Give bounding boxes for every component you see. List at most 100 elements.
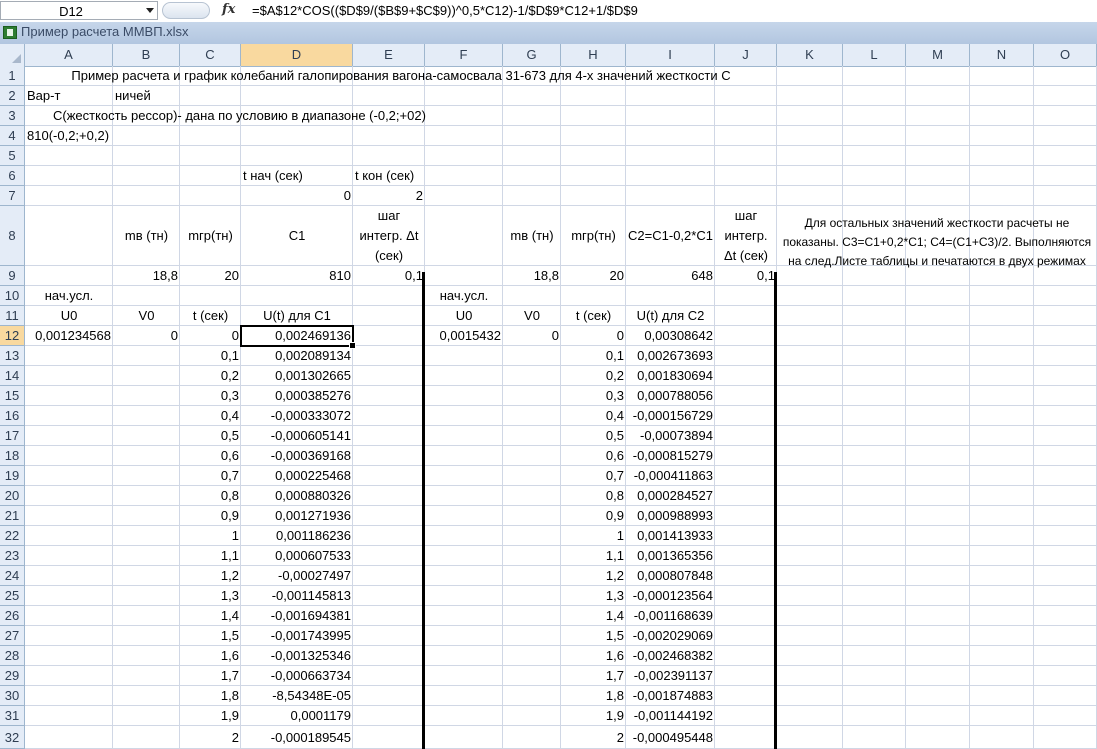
column-header-k[interactable]: K bbox=[777, 44, 843, 66]
cell-g8[interactable]: mв (тн) bbox=[503, 206, 561, 266]
column-header-g[interactable]: G bbox=[503, 44, 561, 66]
table-cell-t1[interactable]: 0,7 bbox=[180, 466, 241, 486]
table-cell-u1[interactable]: -8,54348E-05 bbox=[241, 686, 353, 706]
table-cell-t2[interactable]: 1,3 bbox=[561, 586, 626, 606]
column-header-o[interactable]: O bbox=[1034, 44, 1097, 66]
table-cell-t1[interactable]: 1,7 bbox=[180, 666, 241, 686]
cell-b12[interactable]: 0 bbox=[113, 326, 180, 346]
table-cell-t1[interactable]: 1,1 bbox=[180, 546, 241, 566]
row-header-19[interactable]: 19 bbox=[0, 466, 25, 486]
row-header-27[interactable]: 27 bbox=[0, 626, 25, 646]
table-cell-t2[interactable]: 1,7 bbox=[561, 666, 626, 686]
insert-function-icon[interactable]: fx bbox=[222, 2, 235, 17]
table-cell-t2[interactable]: 0 bbox=[561, 326, 626, 346]
cell-c8[interactable]: mгр(тн) bbox=[180, 206, 241, 266]
table-cell-t2[interactable]: 0,7 bbox=[561, 466, 626, 486]
row-header-1[interactable]: 1 bbox=[0, 66, 25, 86]
cell-g12[interactable]: 0 bbox=[503, 326, 561, 346]
cell-g11[interactable]: V0 bbox=[503, 306, 561, 326]
table-cell-u1[interactable]: 0,001271936 bbox=[241, 506, 353, 526]
row-header-7[interactable]: 7 bbox=[0, 186, 25, 206]
table-cell-u2[interactable]: -0,001874883 bbox=[626, 686, 715, 706]
table-cell-u1[interactable]: 0,001186236 bbox=[241, 526, 353, 546]
formula-input[interactable]: =$A$12*COS(($D$9/($B$9+$C$9))^0,5*C12)-1… bbox=[252, 3, 638, 18]
cell-i8[interactable]: C2=C1-0,2*C1 bbox=[626, 206, 715, 266]
table-cell-t1[interactable]: 1,6 bbox=[180, 646, 241, 666]
table-cell-u1[interactable]: -0,000369168 bbox=[241, 446, 353, 466]
column-header-e[interactable]: E bbox=[353, 44, 425, 66]
row-header-29[interactable]: 29 bbox=[0, 666, 25, 686]
table-cell-t1[interactable]: 0,9 bbox=[180, 506, 241, 526]
table-cell-u2[interactable]: 0,00308642 bbox=[626, 326, 715, 346]
column-header-j[interactable]: J bbox=[715, 44, 777, 66]
table-cell-u1[interactable]: -0,00027497 bbox=[241, 566, 353, 586]
table-cell-t1[interactable]: 0,5 bbox=[180, 426, 241, 446]
table-cell-u2[interactable]: -0,002468382 bbox=[626, 646, 715, 666]
note-cell[interactable]: Для остальных значений жесткости расчеты… bbox=[777, 206, 1097, 268]
table-cell-u2[interactable]: 0,001413933 bbox=[626, 526, 715, 546]
cell-a3[interactable]: С(жесткость рессор)- дана по условию в д… bbox=[25, 106, 503, 126]
cell-j9[interactable]: 0,1 bbox=[715, 266, 777, 286]
row-header-32[interactable]: 32 bbox=[0, 726, 25, 749]
table-cell-u1[interactable]: -0,000333072 bbox=[241, 406, 353, 426]
row-header-4[interactable]: 4 bbox=[0, 126, 25, 146]
name-box[interactable]: D12 bbox=[0, 1, 158, 20]
row-header-20[interactable]: 20 bbox=[0, 486, 25, 506]
select-all-button[interactable] bbox=[0, 44, 25, 66]
table-cell-t1[interactable]: 1,5 bbox=[180, 626, 241, 646]
table-cell-t2[interactable]: 0,9 bbox=[561, 506, 626, 526]
table-cell-t1[interactable]: 0,3 bbox=[180, 386, 241, 406]
column-header-m[interactable]: M bbox=[906, 44, 970, 66]
cell-c11[interactable]: t (сек) bbox=[180, 306, 241, 326]
spreadsheet-grid[interactable]: 1 2 3 4 5 6 7 8 9 10 11 12 13 14 15 16 17 18 19 20 21 22 23 24 2… bbox=[0, 66, 1097, 749]
cell-f10[interactable]: нач.усл. bbox=[425, 286, 503, 306]
table-cell-t1[interactable]: 0 bbox=[180, 326, 241, 346]
column-header-f[interactable]: F bbox=[425, 44, 503, 66]
table-cell-u2[interactable]: -0,000815279 bbox=[626, 446, 715, 466]
cell-e9[interactable]: 0,1 bbox=[353, 266, 425, 286]
row-header-30[interactable]: 30 bbox=[0, 686, 25, 706]
row-header-14[interactable]: 14 bbox=[0, 366, 25, 386]
table-cell-u2[interactable]: -0,002391137 bbox=[626, 666, 715, 686]
table-cell-t2[interactable]: 0,2 bbox=[561, 366, 626, 386]
table-cell-u1[interactable]: 0,000880326 bbox=[241, 486, 353, 506]
table-cell-u1[interactable]: -0,001325346 bbox=[241, 646, 353, 666]
cell-b8[interactable]: mв (тн) bbox=[113, 206, 180, 266]
table-cell-t2[interactable]: 0,1 bbox=[561, 346, 626, 366]
row-header-22[interactable]: 22 bbox=[0, 526, 25, 546]
cell-b11[interactable]: V0 bbox=[113, 306, 180, 326]
row-header-23[interactable]: 23 bbox=[0, 546, 25, 566]
table-cell-u1[interactable]: 0,0001179 bbox=[241, 706, 353, 726]
table-cell-u1[interactable]: -0,000663734 bbox=[241, 666, 353, 686]
table-cell-u1[interactable]: -0,001743995 bbox=[241, 626, 353, 646]
cell-i11[interactable]: U(t) для С2 bbox=[626, 306, 715, 326]
cell-g9[interactable]: 18,8 bbox=[503, 266, 561, 286]
row-header-17[interactable]: 17 bbox=[0, 426, 25, 446]
row-header-5[interactable]: 5 bbox=[0, 146, 25, 166]
column-header-c[interactable]: C bbox=[180, 44, 241, 66]
table-cell-u2[interactable]: -0,002029069 bbox=[626, 626, 715, 646]
table-cell-t2[interactable]: 0,6 bbox=[561, 446, 626, 466]
table-cell-t2[interactable]: 0,3 bbox=[561, 386, 626, 406]
cell-d9[interactable]: 810 bbox=[241, 266, 353, 286]
row-header-26[interactable]: 26 bbox=[0, 606, 25, 626]
cell-a2[interactable]: Вар-т bbox=[25, 86, 113, 106]
cell-a4[interactable]: 810(-0,2;+0,2) bbox=[25, 126, 113, 146]
table-cell-t1[interactable]: 0,6 bbox=[180, 446, 241, 466]
row-header-31[interactable]: 31 bbox=[0, 706, 25, 726]
cell-i9[interactable]: 648 bbox=[626, 266, 715, 286]
cell-h9[interactable]: 20 bbox=[561, 266, 626, 286]
cell-a10[interactable]: нач.усл. bbox=[25, 286, 113, 306]
column-header-l[interactable]: L bbox=[843, 44, 906, 66]
table-cell-u2[interactable]: -0,000156729 bbox=[626, 406, 715, 426]
row-header-2[interactable]: 2 bbox=[0, 86, 25, 106]
row-header-25[interactable]: 25 bbox=[0, 586, 25, 606]
row-header-11[interactable]: 11 bbox=[0, 306, 25, 326]
cell-a11[interactable]: U0 bbox=[25, 306, 113, 326]
row-header-9[interactable]: 9 bbox=[0, 266, 25, 286]
column-header-d[interactable]: D bbox=[241, 44, 353, 66]
row-header-3[interactable]: 3 bbox=[0, 106, 25, 126]
column-header-n[interactable]: N bbox=[970, 44, 1034, 66]
cell-a12[interactable]: 0,001234568 bbox=[25, 326, 113, 346]
table-cell-u2[interactable]: 0,000284527 bbox=[626, 486, 715, 506]
